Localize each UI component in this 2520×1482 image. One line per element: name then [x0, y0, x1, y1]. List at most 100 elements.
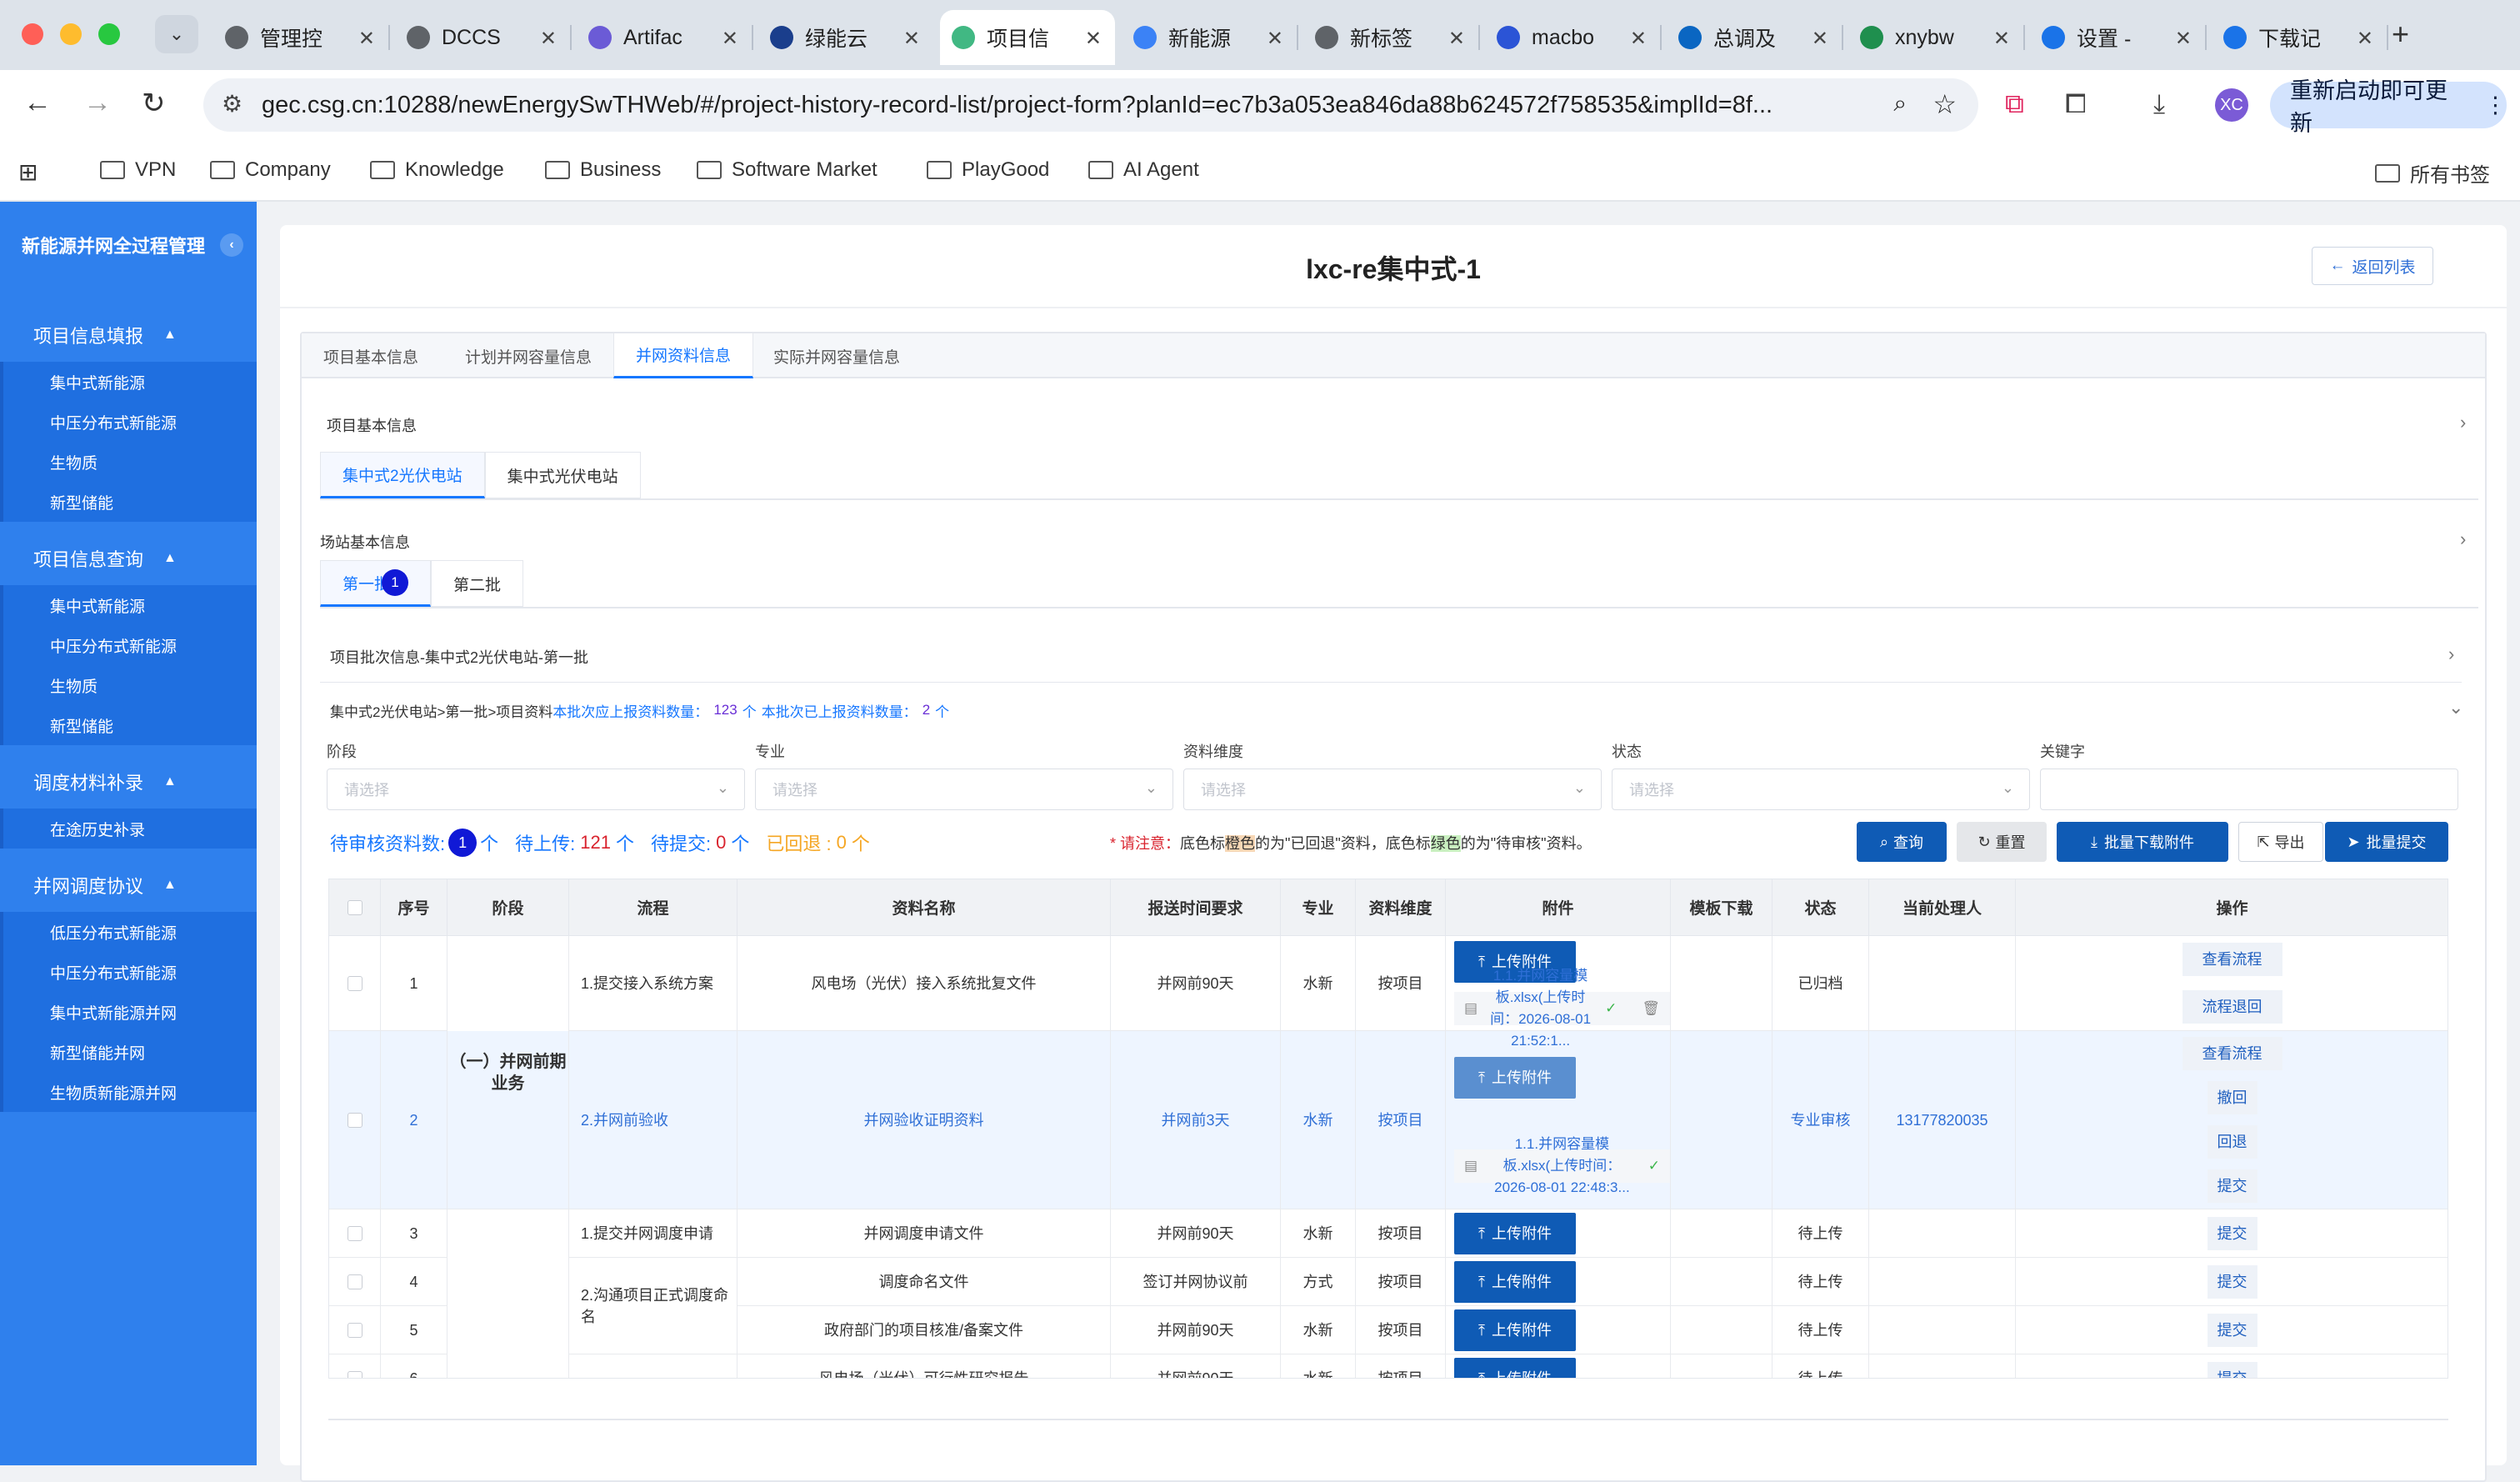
sidebar-item[interactable]: 集中式新能源 — [0, 585, 257, 625]
browser-tab[interactable]: 绿能云 ✕ — [758, 10, 933, 65]
cloud-icon — [770, 26, 793, 49]
close-tab-icon[interactable]: ✕ — [358, 27, 375, 51]
sidebar-item[interactable]: 生物质 — [0, 665, 257, 705]
close-tab-icon[interactable]: ✕ — [903, 27, 920, 51]
reload-icon[interactable]: ↻ — [142, 87, 166, 120]
tab-station-2[interactable]: 集中式光伏电站 — [484, 452, 641, 498]
tab-batch-2[interactable]: 第二批 — [431, 560, 524, 607]
close-tab-icon[interactable]: ✕ — [1267, 27, 1283, 51]
close-tab-icon[interactable]: ✕ — [722, 27, 738, 51]
bookmark-item[interactable]: VPN — [100, 158, 176, 182]
reset-label: 重置 — [1995, 834, 2026, 851]
browser-tab[interactable]: 新能源 ✕ — [1122, 10, 1298, 65]
browser-tab[interactable]: macbo ✕ — [1485, 10, 1662, 65]
folder-icon — [210, 161, 235, 179]
sidebar-item[interactable]: 新型储能 — [0, 482, 257, 522]
search-icon[interactable]: ⌕ — [1893, 90, 1907, 118]
bookmark-item[interactable]: Company — [210, 158, 331, 182]
site-settings-icon[interactable]: ⚙ — [222, 90, 242, 118]
back-to-list-button[interactable]: ← 返回列表 — [2312, 247, 2433, 285]
address-bar[interactable]: ⚙ gec.csg.cn:10288/newEnergySwTHWeb/#/pr… — [203, 78, 1978, 132]
search-icon: ⌕ — [1879, 833, 1889, 850]
close-window-button[interactable] — [22, 23, 43, 45]
reset-button[interactable]: ↻ 重置 — [1957, 822, 2047, 862]
profile-avatar[interactable]: XC — [2215, 88, 2248, 122]
section-batch-info[interactable]: 项目批次信息-集中式2光伏电站-第一批 — [330, 640, 588, 673]
close-tab-icon[interactable]: ✕ — [2175, 27, 2192, 51]
extensions-puzzle-icon[interactable]: ⧠ — [2065, 88, 2087, 120]
new-tab-plus-icon[interactable]: + — [2392, 17, 2409, 52]
close-tab-icon[interactable]: ✕ — [1812, 27, 1828, 51]
tab-grid-materials[interactable]: 并网资料信息 — [613, 333, 754, 378]
tab-actual-capacity[interactable]: 实际并网容量信息 — [752, 333, 922, 378]
section-project-basic[interactable]: 项目基本信息 — [327, 408, 417, 442]
export-button[interactable]: ⇱ 导出 — [2238, 822, 2323, 862]
sidebar-item[interactable]: 中压分布式新能源 — [0, 402, 257, 442]
sidebar-group-header[interactable]: 调度材料补录 ▲ — [0, 755, 257, 809]
update-button[interactable]: 重新启动即可更新 ⋮ — [2270, 78, 2507, 136]
download-icon[interactable]: ⤓ — [2153, 88, 2165, 120]
forward-arrow-icon[interactable]: → — [83, 87, 112, 119]
minimize-window-button[interactable] — [60, 23, 82, 45]
bookmark-item[interactable]: Business — [545, 158, 661, 182]
sidebar-item[interactable]: 集中式新能源 — [0, 362, 257, 402]
bookmark-star-icon[interactable]: ☆ — [1932, 88, 1957, 120]
sidebar-item[interactable]: 中压分布式新能源 — [0, 625, 257, 665]
bookmark-item[interactable]: PlayGood — [927, 158, 1049, 182]
sidebar-item[interactable]: 生物质新能源并网 — [0, 1072, 257, 1112]
all-bookmarks[interactable]: 所有书签 — [2375, 158, 2490, 188]
sidebar-group-label: 并网调度协议 — [33, 876, 144, 897]
keyword-input[interactable] — [2040, 769, 2458, 810]
apps-grid-icon[interactable]: ⊞ — [18, 158, 38, 186]
close-tab-icon[interactable]: ✕ — [1630, 27, 1647, 51]
section-station-basic[interactable]: 场站基本信息 — [320, 525, 410, 558]
tab-station-1[interactable]: 集中式2光伏电站 — [320, 452, 485, 498]
sidebar-item[interactable]: 生物质 — [0, 442, 257, 482]
close-tab-icon[interactable]: ✕ — [1085, 27, 1102, 51]
sidebar-group-header[interactable]: 项目信息填报 ▲ — [0, 308, 257, 362]
chevron-right-icon[interactable]: › — [2460, 528, 2466, 550]
browser-tab[interactable]: 总调及 ✕ — [1667, 10, 1843, 65]
close-tab-icon[interactable]: ✕ — [2357, 27, 2373, 51]
chevron-down-icon[interactable]: ⌄ — [2448, 697, 2463, 718]
bookmark-item[interactable]: Software Market — [697, 158, 878, 182]
close-tab-icon[interactable]: ✕ — [540, 27, 557, 51]
sidebar-group-header[interactable]: 项目信息查询 ▲ — [0, 532, 257, 585]
tab-project-basic[interactable]: 项目基本信息 — [302, 333, 440, 378]
collapse-sidebar-icon[interactable]: ‹ — [220, 233, 244, 257]
sidebar-item[interactable]: 在途历史补录 — [0, 809, 257, 849]
bookmark-item[interactable]: AI Agent — [1088, 158, 1199, 182]
close-tab-icon[interactable]: ✕ — [1448, 27, 1465, 51]
filter-select[interactable]: 请选择 ⌄ — [327, 769, 745, 810]
tab-batch-1[interactable]: 第一批 1 — [320, 560, 432, 607]
browser-tab[interactable]: 管理控 ✕ — [213, 10, 390, 65]
sidebar-item[interactable]: 新型储能 — [0, 705, 257, 745]
filter-select[interactable]: 请选择 ⌄ — [1612, 769, 2030, 810]
browser-tab[interactable]: 新标签 ✕ — [1303, 10, 1480, 65]
query-button[interactable]: ⌕ 查询 — [1857, 822, 1947, 862]
sidebar-item[interactable]: 集中式新能源并网 — [0, 992, 257, 1032]
sidebar-item[interactable]: 新型储能并网 — [0, 1032, 257, 1072]
filter-select[interactable]: 请选择 ⌄ — [755, 769, 1173, 810]
batch-submit-button[interactable]: ➤ 批量提交 — [2325, 822, 2448, 862]
browser-tab[interactable]: 设置 - ✕ — [2030, 10, 2207, 65]
browser-tab[interactable]: DCCS ✕ — [395, 10, 572, 65]
sidebar-group-header[interactable]: 并网调度协议 ▲ — [0, 859, 257, 912]
chevron-right-icon[interactable]: › — [2448, 643, 2454, 665]
close-tab-icon[interactable]: ✕ — [1993, 27, 2010, 51]
browser-tab[interactable]: xnybw ✕ — [1848, 10, 2025, 65]
tab-planned-capacity[interactable]: 计划并网容量信息 — [443, 333, 613, 378]
filter-select[interactable]: 请选择 ⌄ — [1183, 769, 1602, 810]
batch-download-button[interactable]: ⤓ 批量下载附件 — [2057, 822, 2228, 862]
chevron-right-icon[interactable]: › — [2460, 412, 2466, 433]
back-arrow-icon[interactable]: ← — [23, 87, 52, 119]
browser-tab[interactable]: 下载记 ✕ — [2212, 10, 2388, 65]
sidebar-item[interactable]: 低压分布式新能源 — [0, 912, 257, 952]
translate-extension-icon[interactable]: ⧉ — [2005, 88, 2024, 120]
tab-search-chevron-icon[interactable]: ⌄ — [155, 15, 198, 53]
sidebar-item[interactable]: 中压分布式新能源 — [0, 952, 257, 992]
maximize-window-button[interactable] — [98, 23, 120, 45]
browser-tab[interactable]: Artifac ✕ — [577, 10, 753, 65]
bookmark-item[interactable]: Knowledge — [370, 158, 504, 182]
browser-tab[interactable]: 项目信 ✕ — [940, 10, 1115, 65]
